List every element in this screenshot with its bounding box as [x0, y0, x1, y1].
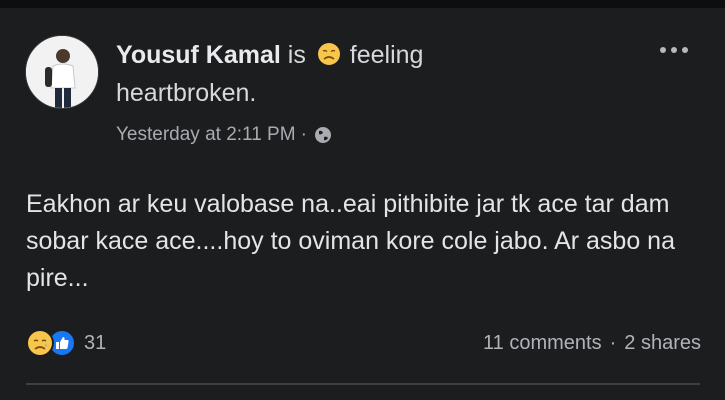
shares-count[interactable]: 2 shares [624, 328, 701, 358]
author-name[interactable]: Yousuf Kamal [116, 41, 281, 69]
post-body: Eakhon ar keu valobase na..eai pithibite… [26, 190, 675, 292]
timestamp[interactable]: Yesterday at 2:11 PM [116, 122, 296, 148]
reactions-summary[interactable]: 31 [26, 326, 106, 360]
more-dot [660, 47, 666, 53]
reaction-count: 31 [84, 331, 107, 354]
feeling-word: feeling [349, 41, 424, 69]
more-options-icon[interactable] [652, 38, 696, 62]
top-edge-bar [0, 0, 725, 8]
comments-count[interactable]: 11 comments [483, 328, 602, 358]
engagement-stats: 11 comments · 2 shares [483, 328, 701, 358]
avatar-photo [26, 36, 98, 108]
post-meta: Yesterday at 2:11 PM · [116, 122, 332, 148]
avatar[interactable] [25, 35, 99, 109]
feed-post: Yousuf Kamal is feeling heartbroken. Yes… [0, 8, 725, 400]
meta-separator: · [300, 124, 307, 145]
sad-face-icon [317, 43, 340, 65]
stats-separator: · [609, 332, 617, 354]
sad-reaction-icon [26, 329, 54, 357]
feeling-status: heartbroken. [116, 79, 257, 107]
globe-icon [314, 127, 331, 143]
more-dot [682, 47, 688, 53]
is-word: is [287, 41, 306, 69]
divider [26, 383, 700, 385]
post-header-line: Yousuf Kamal is feeling [116, 38, 636, 72]
more-dot [671, 47, 677, 53]
